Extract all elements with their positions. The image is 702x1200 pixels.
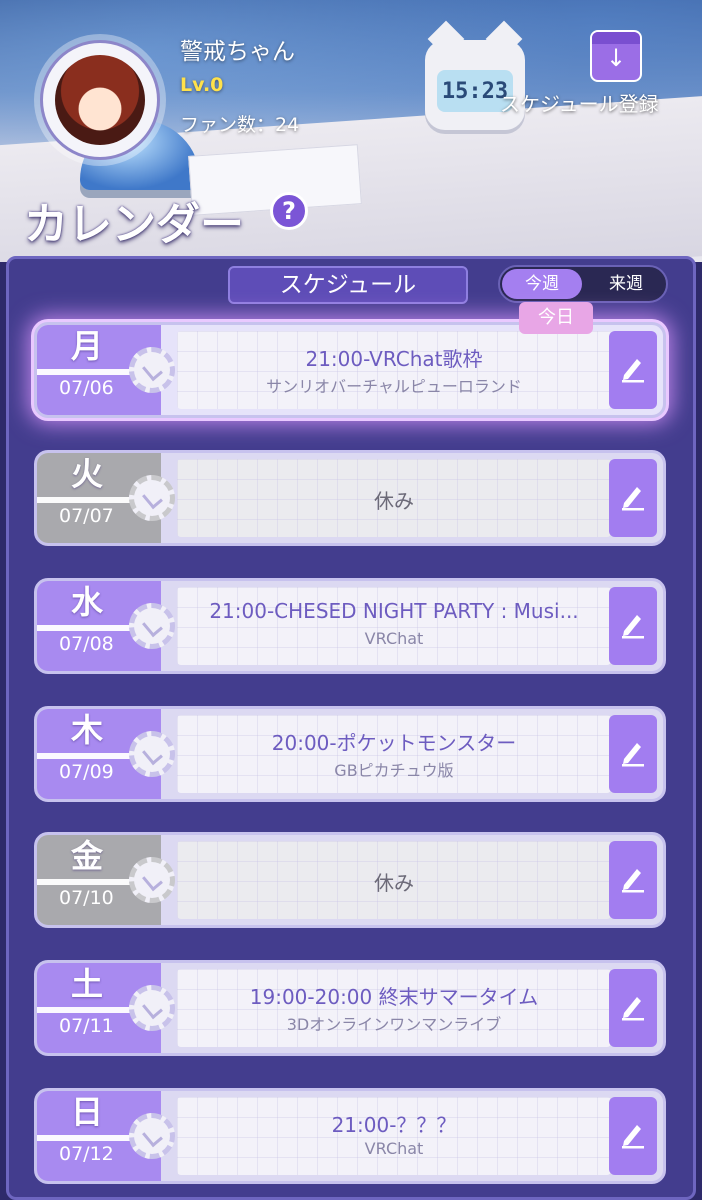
edit-button[interactable] (609, 331, 657, 409)
event-content: 19:00-20:00 終末サマータイム 3Dオンラインワンマンライブ (177, 969, 611, 1047)
event-title: 21:00-VRChat歌枠 (305, 347, 483, 371)
pencil-icon (619, 609, 647, 643)
edit-button[interactable] (609, 969, 657, 1047)
today-badge: 今日 (519, 302, 593, 334)
clock-icon (129, 603, 175, 649)
event-content: 休み (177, 459, 611, 537)
fan-count: ファン数：24 (180, 114, 300, 136)
pencil-icon (619, 863, 647, 897)
avatar[interactable] (40, 40, 160, 160)
event-title: 休み (374, 871, 414, 895)
pencil-icon (619, 1119, 647, 1153)
date-label: 07/06 (59, 377, 114, 399)
help-icon[interactable]: ? (270, 192, 308, 230)
event-subtitle: VRChat (364, 1139, 424, 1158)
event-title: 21:00-CHESED NIGHT PARTY : Musi... (209, 599, 579, 623)
weekday-label: 木 (71, 711, 104, 749)
event-title: 21:00-？？？ (331, 1113, 457, 1137)
event-title: 19:00-20:00 終末サマータイム (249, 985, 539, 1009)
edit-button[interactable] (609, 587, 657, 665)
weekday-label: 土 (71, 965, 104, 1003)
date-label: 07/09 (59, 761, 114, 783)
week-toggle: 今週 来週 (498, 265, 668, 303)
edit-button[interactable] (609, 1097, 657, 1175)
avatar-image (55, 55, 145, 145)
day-row[interactable]: 月 07/06 21:00-VRChat歌枠サンリオバーチャルピューロランド (34, 322, 666, 418)
day-row[interactable]: 日 07/12 21:00-？？？ VRChat (34, 1088, 666, 1184)
date-label: 07/11 (59, 1015, 114, 1037)
event-content: 20:00-ポケットモンスター GBピカチュウ版 (177, 715, 611, 793)
schedule-header: スケジュール (228, 266, 468, 304)
day-row[interactable]: 金 07/10 休み (34, 832, 666, 928)
date-label: 07/07 (59, 505, 114, 527)
tab-this-week[interactable]: 今週 (502, 269, 582, 299)
pencil-icon (619, 991, 647, 1025)
event-content: 21:00-CHESED NIGHT PARTY : Musi... VRChat (177, 587, 611, 665)
date-label: 07/08 (59, 633, 114, 655)
weekday-label: 水 (71, 583, 104, 621)
day-row[interactable]: 木 07/09 20:00-ポケットモンスター GBピカチュウ版 (34, 706, 666, 802)
pencil-icon (619, 353, 647, 387)
event-title: 休み (374, 489, 414, 513)
event-subtitle: 3Dオンラインワンマンライブ (286, 1015, 502, 1034)
clock-icon (129, 985, 175, 1031)
player-name: 警戒ちゃん (180, 39, 295, 65)
edit-button[interactable] (609, 459, 657, 537)
event-content: 休み (177, 841, 611, 919)
weekday-label: 金 (71, 837, 104, 875)
day-row[interactable]: 火 07/07 休み (34, 450, 666, 546)
pencil-icon (619, 481, 647, 515)
weekday-label: 火 (71, 455, 104, 493)
weekday-label: 月 (71, 327, 104, 365)
calendar-download-icon[interactable]: ↓ (590, 30, 642, 82)
event-title: 20:00-ポケットモンスター (271, 731, 517, 755)
event-subtitle: GBピカチュウ版 (334, 761, 454, 780)
schedule-register-button[interactable]: スケジュール登録 (500, 88, 659, 117)
tab-next-week[interactable]: 来週 (586, 269, 666, 299)
clock-icon (129, 857, 175, 903)
weekday-label: 日 (71, 1093, 104, 1131)
day-row[interactable]: 土 07/11 19:00-20:00 終末サマータイム 3Dオンラインワンマンライブ (34, 960, 666, 1056)
edit-button[interactable] (609, 841, 657, 919)
event-content: 21:00-？？？ VRChat (177, 1097, 611, 1175)
pencil-icon (619, 737, 647, 771)
player-level: Lv.0 (180, 74, 224, 96)
clock-icon (129, 731, 175, 777)
date-label: 07/12 (59, 1143, 114, 1165)
event-subtitle: サンリオバーチャルピューロランド (266, 377, 522, 396)
clock-icon (129, 475, 175, 521)
event-subtitle: VRChat (364, 629, 424, 648)
clock-icon (129, 1113, 175, 1159)
clock-icon (129, 347, 175, 393)
date-label: 07/10 (59, 887, 114, 909)
event-content: 21:00-VRChat歌枠サンリオバーチャルピューロランド (177, 331, 611, 409)
page-title: カレンダー (24, 199, 244, 250)
edit-button[interactable] (609, 715, 657, 793)
day-row[interactable]: 水 07/08 21:00-CHESED NIGHT PARTY : Musi...… (34, 578, 666, 674)
